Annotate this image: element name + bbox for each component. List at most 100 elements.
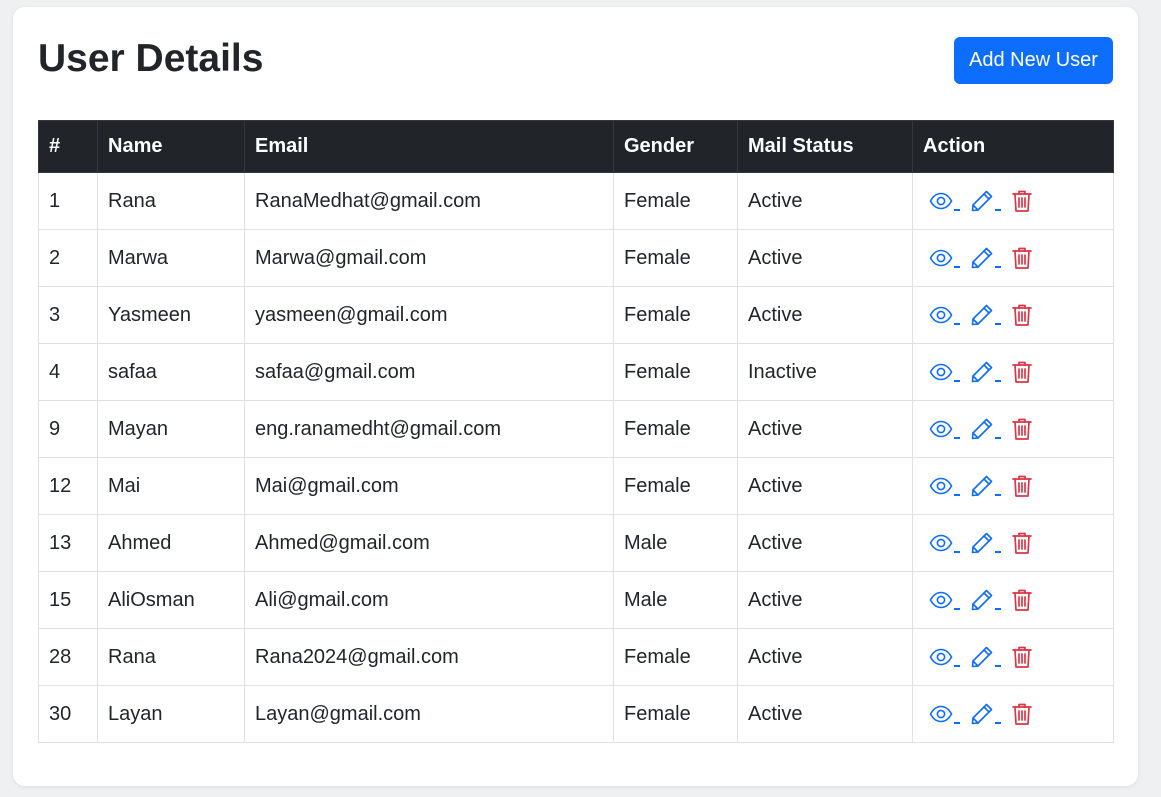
pencil-icon[interactable] <box>970 189 1001 213</box>
eye-icon[interactable] <box>929 417 960 441</box>
column-header-mail-status: Mail Status <box>737 120 913 173</box>
pencil-icon[interactable] <box>970 360 1001 384</box>
cell-email: Rana2024@gmail.com <box>244 628 614 686</box>
link-underline <box>995 380 1001 382</box>
cell-name: Mai <box>97 457 245 515</box>
link-underline <box>954 380 960 382</box>
cell-name: Mayan <box>97 400 245 458</box>
link-underline <box>954 551 960 553</box>
pencil-icon[interactable] <box>970 417 1001 441</box>
table-row: 28 Rana Rana2024@gmail.com Female Active <box>38 628 1114 686</box>
eye-icon[interactable] <box>929 645 960 669</box>
trash-icon[interactable] <box>1011 303 1033 327</box>
row-actions <box>923 360 1103 384</box>
cell-name: Marwa <box>97 229 245 287</box>
link-underline <box>995 323 1001 325</box>
link-underline <box>995 266 1001 268</box>
link-underline <box>954 665 960 667</box>
link-underline <box>995 608 1001 610</box>
pencil-icon[interactable] <box>970 474 1001 498</box>
row-actions <box>923 702 1103 726</box>
eye-icon[interactable] <box>929 474 960 498</box>
row-actions <box>923 645 1103 669</box>
table-header-row: # Name Email Gender Mail Status Action <box>38 120 1114 173</box>
cell-email: Ahmed@gmail.com <box>244 514 614 572</box>
cell-action <box>912 229 1114 287</box>
add-new-user-button[interactable]: Add New User <box>954 37 1113 84</box>
cell-mail-status: Active <box>737 685 913 743</box>
cell-id: 3 <box>38 286 98 344</box>
eye-icon[interactable] <box>929 702 960 726</box>
cell-gender: Female <box>613 343 738 401</box>
cell-action <box>912 514 1114 572</box>
cell-mail-status: Inactive <box>737 343 913 401</box>
cell-id: 28 <box>38 628 98 686</box>
page-title: User Details <box>38 37 264 80</box>
row-actions <box>923 531 1103 555</box>
cell-id: 30 <box>38 685 98 743</box>
cell-email: eng.ranamedht@gmail.com <box>244 400 614 458</box>
trash-icon[interactable] <box>1011 246 1033 270</box>
cell-gender: Female <box>613 172 738 230</box>
cell-mail-status: Active <box>737 571 913 629</box>
trash-icon[interactable] <box>1011 360 1033 384</box>
cell-email: Ali@gmail.com <box>244 571 614 629</box>
pencil-icon[interactable] <box>970 702 1001 726</box>
cell-action <box>912 685 1114 743</box>
cell-email: yasmeen@gmail.com <box>244 286 614 344</box>
cell-gender: Female <box>613 229 738 287</box>
pencil-icon[interactable] <box>970 246 1001 270</box>
link-underline <box>995 437 1001 439</box>
row-actions <box>923 588 1103 612</box>
trash-icon[interactable] <box>1011 531 1033 555</box>
cell-gender: Male <box>613 571 738 629</box>
link-underline <box>954 608 960 610</box>
pencil-icon[interactable] <box>970 531 1001 555</box>
eye-icon[interactable] <box>929 189 960 213</box>
cell-id: 2 <box>38 229 98 287</box>
table-row: 12 Mai Mai@gmail.com Female Active <box>38 457 1114 515</box>
trash-icon[interactable] <box>1011 189 1033 213</box>
eye-icon[interactable] <box>929 246 960 270</box>
pencil-icon[interactable] <box>970 588 1001 612</box>
cell-name: Yasmeen <box>97 286 245 344</box>
link-underline <box>954 209 960 211</box>
users-table: # Name Email Gender Mail Status Action 1… <box>38 120 1114 743</box>
trash-icon[interactable] <box>1011 417 1033 441</box>
trash-icon[interactable] <box>1011 474 1033 498</box>
cell-action <box>912 628 1114 686</box>
cell-gender: Female <box>613 400 738 458</box>
cell-action <box>912 457 1114 515</box>
cell-gender: Female <box>613 628 738 686</box>
cell-id: 15 <box>38 571 98 629</box>
cell-id: 12 <box>38 457 98 515</box>
cell-name: Layan <box>97 685 245 743</box>
pencil-icon[interactable] <box>970 303 1001 327</box>
link-underline <box>954 722 960 724</box>
eye-icon[interactable] <box>929 360 960 384</box>
column-header-email: Email <box>244 120 614 173</box>
link-underline <box>995 551 1001 553</box>
link-underline <box>954 494 960 496</box>
trash-icon[interactable] <box>1011 702 1033 726</box>
table-row: 3 Yasmeen yasmeen@gmail.com Female Active <box>38 286 1114 344</box>
cell-mail-status: Active <box>737 286 913 344</box>
eye-icon[interactable] <box>929 303 960 327</box>
column-header-name: Name <box>97 120 245 173</box>
cell-mail-status: Active <box>737 172 913 230</box>
table-row: 15 AliOsman Ali@gmail.com Male Active <box>38 571 1114 629</box>
table-row: 9 Mayan eng.ranamedht@gmail.com Female Activ… <box>38 400 1114 458</box>
eye-icon[interactable] <box>929 588 960 612</box>
table-row: 30 Layan Layan@gmail.com Female Active <box>38 685 1114 743</box>
cell-action <box>912 571 1114 629</box>
trash-icon[interactable] <box>1011 588 1033 612</box>
cell-mail-status: Active <box>737 628 913 686</box>
table-row: 4 safaa safaa@gmail.com Female Inactive <box>38 343 1114 401</box>
trash-icon[interactable] <box>1011 645 1033 669</box>
cell-action <box>912 286 1114 344</box>
pencil-icon[interactable] <box>970 645 1001 669</box>
cell-id: 13 <box>38 514 98 572</box>
eye-icon[interactable] <box>929 531 960 555</box>
cell-mail-status: Active <box>737 400 913 458</box>
cell-name: safaa <box>97 343 245 401</box>
